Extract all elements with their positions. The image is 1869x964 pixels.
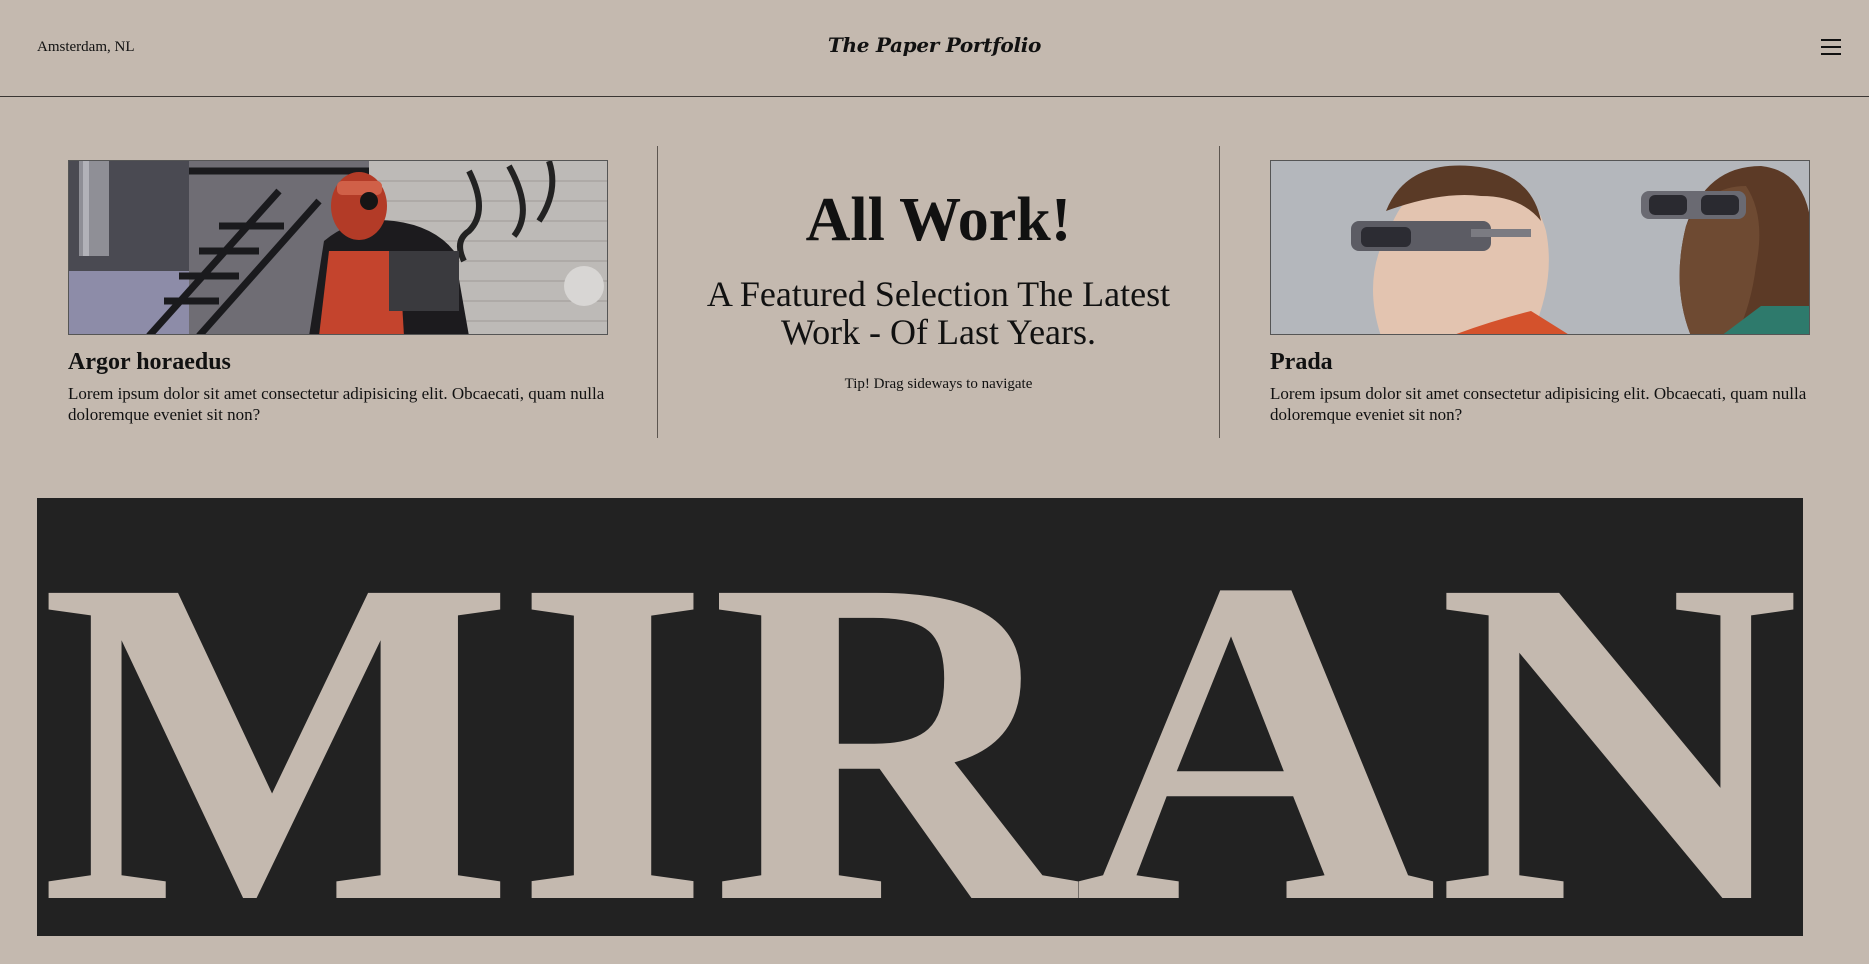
column-divider xyxy=(1219,146,1220,438)
banner-text: MIRAN xyxy=(40,498,1800,936)
page-subheading: A Featured Selection The Latest Work - O… xyxy=(706,274,1171,352)
name-banner: MIRAN xyxy=(37,498,1803,936)
card-title[interactable]: Argor horaedus xyxy=(68,348,608,376)
illustration-sunglasses xyxy=(1271,161,1809,334)
page-heading: All Work! xyxy=(805,186,1072,254)
featured-card-right[interactable]: Prada Lorem ipsum dolor sit amet consect… xyxy=(1270,160,1810,425)
site-logo[interactable]: The Paper Portfolio xyxy=(0,33,1869,57)
featured-image-argor[interactable] xyxy=(68,160,608,335)
menu-bar xyxy=(1821,39,1841,41)
menu-bar xyxy=(1821,46,1841,48)
featured-card-left[interactable]: Argor horaedus Lorem ipsum dolor sit ame… xyxy=(68,160,608,425)
intro-block: All Work! A Featured Selection The Lates… xyxy=(658,180,1219,393)
menu-bar xyxy=(1821,53,1841,55)
illustration-worker xyxy=(69,161,607,334)
card-title[interactable]: Prada xyxy=(1270,348,1810,376)
banner-svg: MIRAN xyxy=(40,498,1800,936)
navigation-tip: Tip! Drag sideways to navigate xyxy=(844,376,1033,392)
hamburger-menu-icon[interactable] xyxy=(1821,38,1841,55)
card-description: Lorem ipsum dolor sit amet consectetur a… xyxy=(1270,384,1807,424)
card-description: Lorem ipsum dolor sit amet consectetur a… xyxy=(68,384,605,424)
featured-image-prada[interactable] xyxy=(1270,160,1810,335)
site-header: Amsterdam, NL The Paper Portfolio xyxy=(0,0,1869,97)
